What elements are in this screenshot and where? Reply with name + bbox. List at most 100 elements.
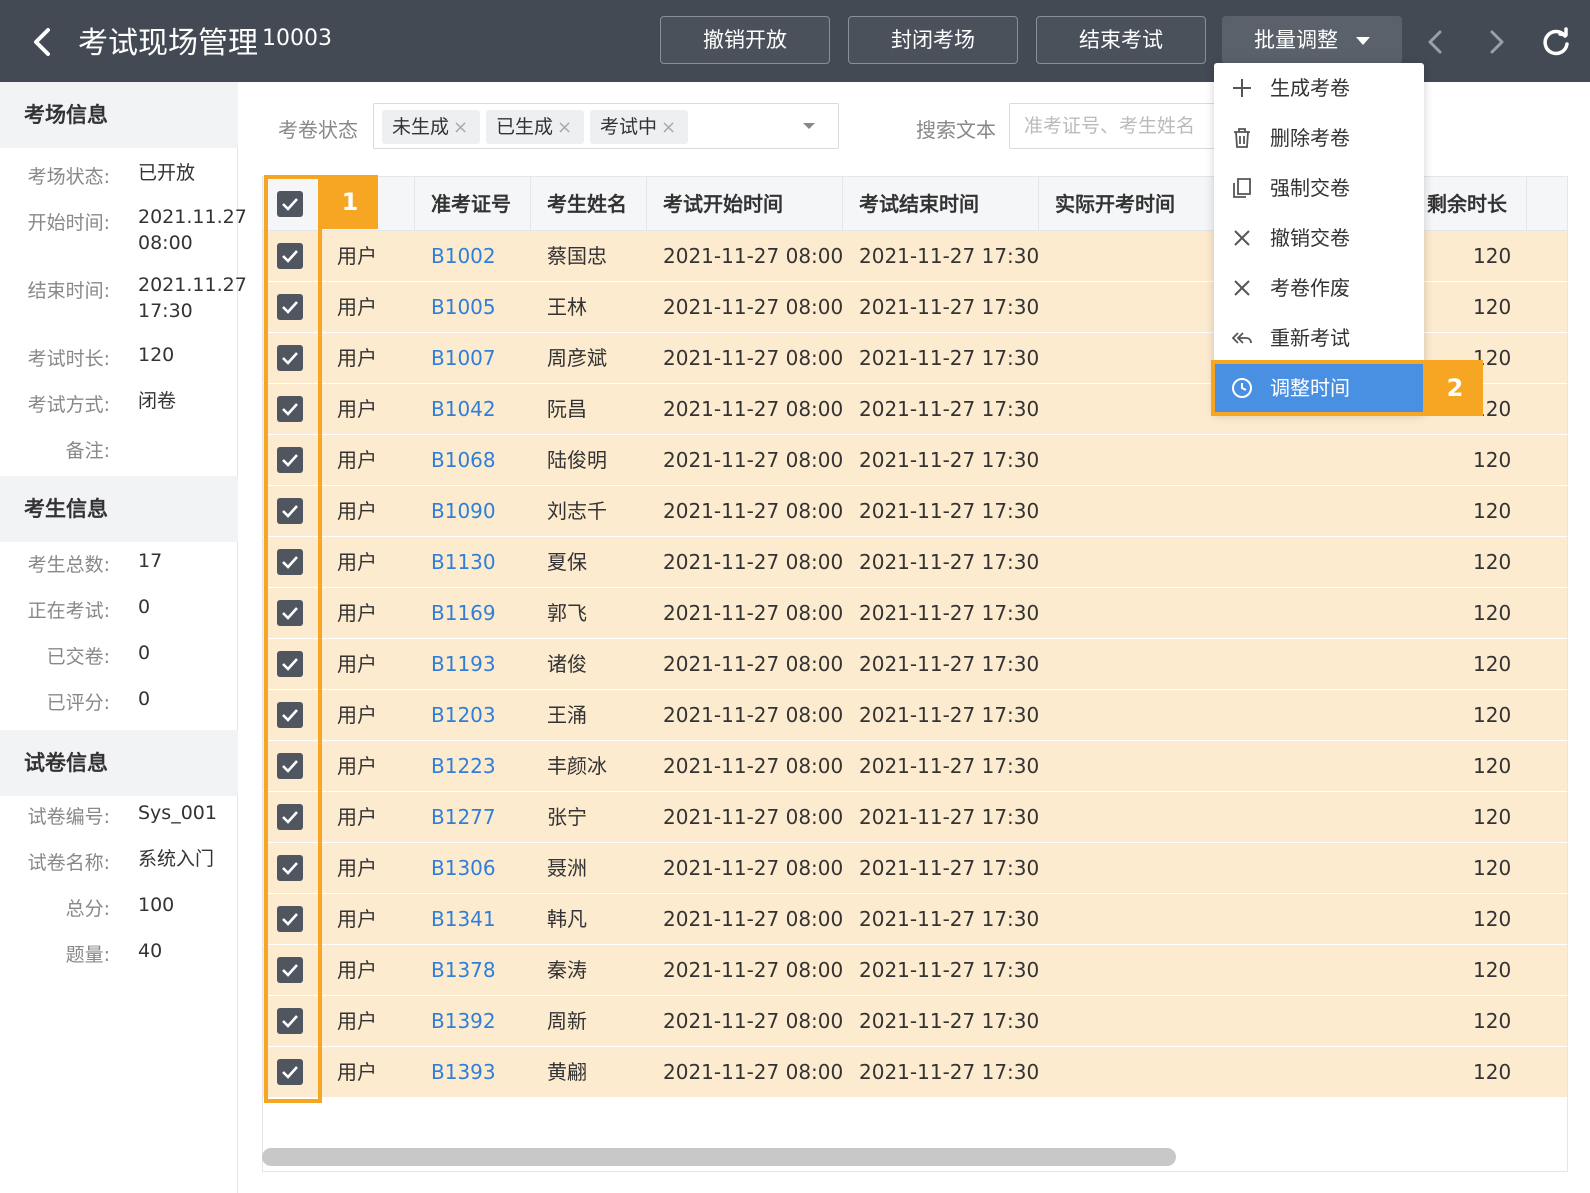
cell-remaining: 120 xyxy=(1473,1009,1512,1033)
menu-item-retake[interactable]: 重新考试 xyxy=(1214,313,1424,363)
cell-ticket-link[interactable]: B1392 xyxy=(431,996,496,1046)
table-row[interactable]: 用户 B1193 诸俊 2021-11-27 08:00 2021-11-27 17:3… xyxy=(263,639,1567,690)
menu-item-force-submit[interactable]: 强制交卷 xyxy=(1214,163,1424,213)
col-actual-start[interactable]: 实际开考时间 xyxy=(1039,177,1215,231)
col-start-time[interactable]: 考试开始时间 xyxy=(647,177,843,231)
filter-tag[interactable]: 未生成 × xyxy=(382,110,480,144)
cell-name: 秦涛 xyxy=(547,958,587,982)
close-icon xyxy=(1234,280,1250,296)
cell-name: 聂洲 xyxy=(547,856,587,880)
cell-ticket-link[interactable]: B1130 xyxy=(431,537,496,587)
cell-ticket-link[interactable]: B1203 xyxy=(431,690,496,740)
cell-ticket-link[interactable]: B1277 xyxy=(431,792,496,842)
chevron-left-icon[interactable] xyxy=(1418,22,1454,62)
cell-end-time: 2021-11-27 17:30 xyxy=(859,346,1040,370)
menu-item-generate[interactable]: 生成考卷 xyxy=(1214,63,1424,113)
menu-item-label: 强制交卷 xyxy=(1270,176,1350,200)
cell-remaining: 120 xyxy=(1473,652,1512,676)
cell-remaining: 120 xyxy=(1473,754,1512,778)
table-row[interactable]: 用户 B1090 刘志千 2021-11-27 08:00 2021-11-27 17:… xyxy=(263,486,1567,537)
status-filter-label: 考卷状态 xyxy=(278,118,358,142)
cell-name: 郭飞 xyxy=(547,601,587,625)
cell-remaining: 120 xyxy=(1473,703,1512,727)
table-row[interactable]: 用户 B1341 韩凡 2021-11-27 08:00 2021-11-27 17:3… xyxy=(263,894,1567,945)
table-row[interactable]: 用户 B1392 周新 2021-11-27 08:00 2021-11-27 17:3… xyxy=(263,996,1567,1047)
cell-name: 周新 xyxy=(547,1009,587,1033)
filter-tag[interactable]: 考试中 × xyxy=(590,110,688,144)
cell-end-time: 2021-11-27 17:30 xyxy=(859,652,1040,676)
cell-ticket-link[interactable]: B1002 xyxy=(431,231,496,281)
cell-ticket-link[interactable]: B1378 xyxy=(431,945,496,995)
status-filter-select[interactable]: 未生成 × 已生成 × 考试中 × xyxy=(373,103,839,149)
table-row[interactable]: 用户 B1130 夏保 2021-11-27 08:00 2021-11-27 17:3… xyxy=(263,537,1567,588)
table-row[interactable]: 用户 B1306 聂洲 2021-11-27 08:00 2021-11-27 17:3… xyxy=(263,843,1567,894)
cell-name: 刘志千 xyxy=(547,499,607,523)
close-room-button[interactable]: 封闭考场 xyxy=(848,16,1018,64)
info-value: 系统入门 xyxy=(138,848,215,870)
cell-end-time: 2021-11-27 17:30 xyxy=(859,1060,1040,1084)
cell-start-time: 2021-11-27 08:00 xyxy=(663,295,844,319)
search-input[interactable]: 准考证号、考生姓名 xyxy=(1009,103,1219,149)
cell-remaining: 120 xyxy=(1473,856,1512,880)
info-label: 考场状态: xyxy=(27,166,110,188)
info-value: 2021.11.27 xyxy=(138,274,247,296)
menu-item-delete[interactable]: 删除考卷 xyxy=(1214,113,1424,163)
cell-ticket-link[interactable]: B1042 xyxy=(431,384,496,434)
filter-tag[interactable]: 已生成 × xyxy=(486,110,584,144)
table-row[interactable]: 用户 B1203 王涌 2021-11-27 08:00 2021-11-27 17:3… xyxy=(263,690,1567,741)
cell-end-time: 2021-11-27 17:30 xyxy=(859,907,1040,931)
menu-item-revoke-submit[interactable]: 撤销交卷 xyxy=(1214,213,1424,263)
cell-type: 用户 xyxy=(337,652,377,676)
cell-start-time: 2021-11-27 08:00 xyxy=(663,397,844,421)
end-exam-button[interactable]: 结束考试 xyxy=(1036,16,1206,64)
chevron-right-icon[interactable] xyxy=(1478,22,1514,62)
tag-close-icon[interactable]: × xyxy=(661,117,676,138)
cell-ticket-link[interactable]: B1090 xyxy=(431,486,496,536)
cell-remaining: 120 xyxy=(1473,550,1512,574)
col-name[interactable]: 考生姓名 xyxy=(531,177,647,231)
cell-ticket-link[interactable]: B1306 xyxy=(431,843,496,893)
cell-end-time: 2021-11-27 17:30 xyxy=(859,754,1040,778)
cell-name: 张宁 xyxy=(547,805,587,829)
cell-ticket-link[interactable]: B1341 xyxy=(431,894,496,944)
cell-ticket-link[interactable]: B1193 xyxy=(431,639,496,689)
refresh-icon[interactable] xyxy=(1538,22,1574,62)
menu-item-label: 删除考卷 xyxy=(1270,126,1350,150)
table-row[interactable]: 用户 B1277 张宁 2021-11-27 08:00 2021-11-27 17:3… xyxy=(263,792,1567,843)
cell-ticket-link[interactable]: B1169 xyxy=(431,588,496,638)
table-row[interactable]: 用户 B1223 丰颜冰 2021-11-27 08:00 2021-11-27 17:… xyxy=(263,741,1567,792)
info-label: 考生总数: xyxy=(27,554,110,576)
adjust-time-highlight xyxy=(1211,360,1427,416)
cell-ticket-link[interactable]: B1223 xyxy=(431,741,496,791)
filter-tag-label: 未生成 xyxy=(392,116,450,138)
col-end-time[interactable]: 考试结束时间 xyxy=(843,177,1039,231)
cell-ticket-link[interactable]: B1005 xyxy=(431,282,496,332)
cell-end-time: 2021-11-27 17:30 xyxy=(859,1009,1040,1033)
cell-type: 用户 xyxy=(337,601,377,625)
tag-close-icon[interactable]: × xyxy=(453,117,468,138)
table-row[interactable]: 用户 B1068 陆俊明 2021-11-27 08:00 2021-11-27 17:… xyxy=(263,435,1567,486)
menu-item-void[interactable]: 考卷作废 xyxy=(1214,263,1424,313)
table-row[interactable]: 用户 B1378 秦涛 2021-11-27 08:00 2021-11-27 17:3… xyxy=(263,945,1567,996)
col-ticket-no[interactable]: 准考证号 xyxy=(415,177,531,231)
table-row[interactable]: 用户 B1169 郭飞 2021-11-27 08:00 2021-11-27 17:3… xyxy=(263,588,1567,639)
cell-ticket-link[interactable]: B1007 xyxy=(431,333,496,383)
revoke-open-button[interactable]: 撤销开放 xyxy=(660,16,830,64)
dropdown-arrow-icon[interactable] xyxy=(802,121,816,131)
back-arrow-icon[interactable] xyxy=(24,22,60,62)
cell-start-time: 2021-11-27 08:00 xyxy=(663,499,844,523)
cell-remaining: 120 xyxy=(1473,1060,1512,1084)
cell-type: 用户 xyxy=(337,346,377,370)
cell-ticket-link[interactable]: B1068 xyxy=(431,435,496,485)
batch-adjust-label: 批量调整 xyxy=(1254,28,1338,52)
table-row[interactable]: 用户 B1393 黄翩 2021-11-27 08:00 2021-11-27 17:3… xyxy=(263,1047,1567,1098)
col-remaining[interactable]: 剩余时长 xyxy=(1411,177,1527,231)
cell-start-time: 2021-11-27 08:00 xyxy=(663,754,844,778)
info-value: 40 xyxy=(138,940,163,962)
batch-adjust-button[interactable]: 批量调整 xyxy=(1222,16,1402,64)
cell-remaining: 120 xyxy=(1473,958,1512,982)
menu-item-label: 生成考卷 xyxy=(1270,76,1350,100)
tag-close-icon[interactable]: × xyxy=(557,117,572,138)
horizontal-scrollbar[interactable] xyxy=(262,1148,1176,1166)
cell-ticket-link[interactable]: B1393 xyxy=(431,1047,496,1097)
